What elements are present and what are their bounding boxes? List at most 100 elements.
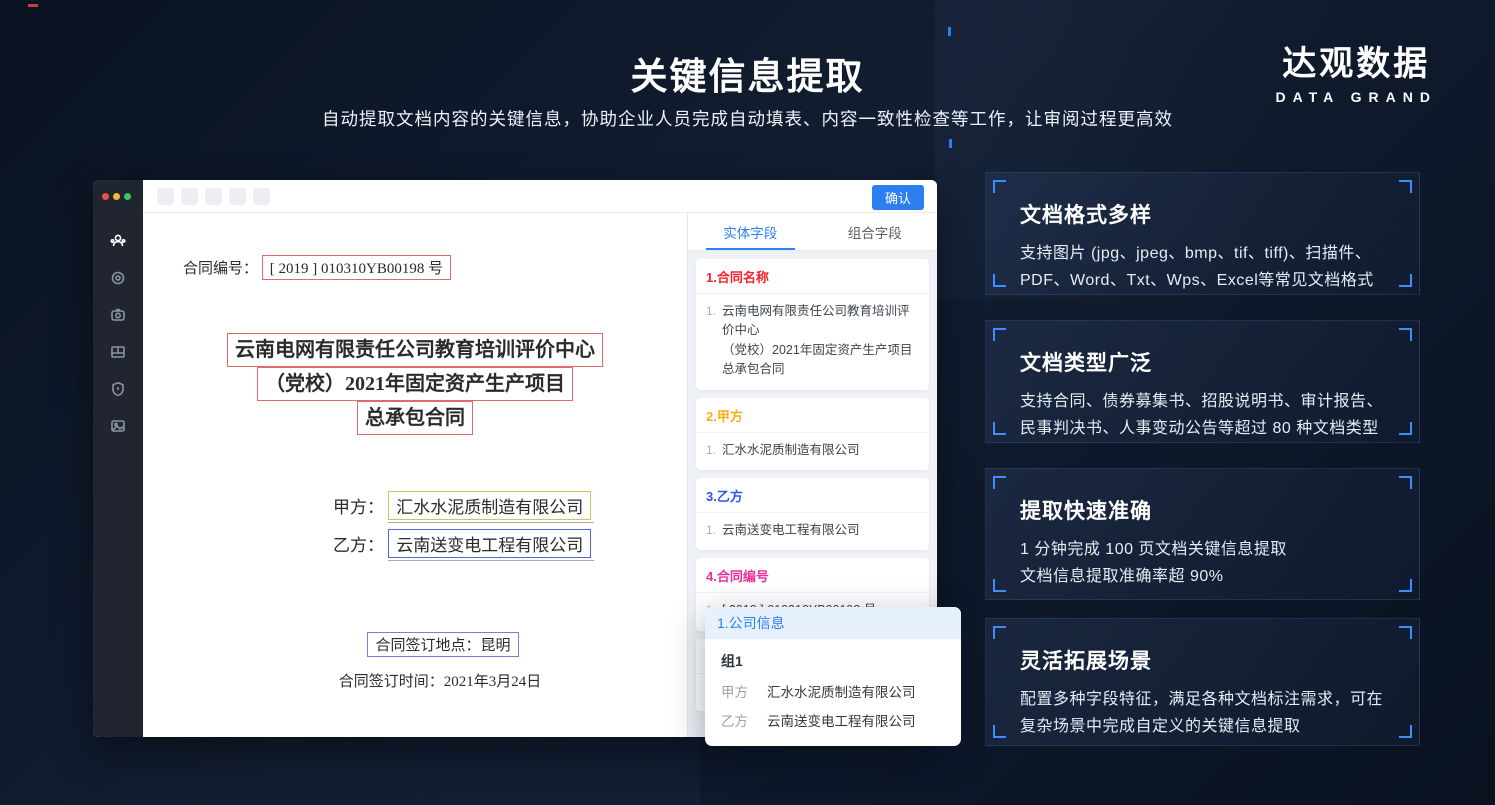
feature-card-doc-types: 文档类型广泛 支持合同、债券募集书、招股说明书、审计报告、 民事判决书、人事变动… — [985, 320, 1420, 443]
field-label: 2.甲方 — [696, 398, 929, 433]
bracket-icon — [1399, 422, 1412, 435]
bracket-icon — [1399, 725, 1412, 738]
decor-tick — [948, 27, 951, 36]
party-a-label: 甲方： — [333, 498, 384, 517]
sidebar-layout-icon[interactable] — [109, 343, 127, 361]
party-a-highlight[interactable]: 汇水水泥质制造有限公司 — [388, 491, 591, 520]
field-item[interactable]: 1. 汇水水泥质制造有限公司 — [696, 433, 929, 470]
item-index: 1. — [706, 521, 716, 540]
item-index: 1. — [706, 441, 716, 460]
brand-logo: 达观数据 DATA GRAND — [1275, 36, 1437, 105]
contract-title-block: 云南电网有限责任公司教育培训评价中心 （党校）2021年固定资产生产项目 总承包… — [143, 333, 687, 435]
feature-title: 灵活拓展场景 — [1020, 645, 1385, 675]
field-card-contract-name: 1.合同名称 1. 云南电网有限责任公司教育培训评价中心 （党校）2021年固定… — [696, 259, 929, 390]
sidebar-shield-icon[interactable] — [109, 380, 127, 398]
window-controls[interactable] — [102, 193, 131, 200]
confirm-button[interactable]: 确认 — [872, 185, 924, 210]
window-sidebar — [93, 180, 143, 737]
row-label: 乙方 — [721, 710, 767, 730]
titlebar-placeholder-tabs — [157, 188, 270, 205]
contract-title-highlight[interactable]: （党校）2021年固定资产生产项目 — [257, 367, 573, 401]
contract-number-line: 合同编号： [ 2019 ] 010310YB00198 号 — [183, 255, 451, 280]
page-title: 关键信息提取 — [0, 46, 1495, 100]
bracket-icon — [1399, 180, 1412, 193]
popup-group-label: 组1 — [721, 651, 945, 671]
party-a-line: 甲方： 汇水水泥质制造有限公司 — [333, 491, 594, 523]
item-value: 云南电网有限责任公司教育培训评价中心 （党校）2021年固定资产生产项目 总承包… — [722, 302, 919, 380]
placeholder-tile — [205, 188, 222, 205]
contract-title-highlight[interactable]: 总承包合同 — [357, 401, 473, 435]
row-value: 汇水水泥质制造有限公司 — [767, 681, 916, 701]
tab-entity-fields[interactable]: 实体字段 — [688, 213, 813, 250]
bracket-icon — [1399, 476, 1412, 489]
bracket-icon — [1399, 579, 1412, 592]
brand-logo-en: DATA GRAND — [1275, 89, 1437, 105]
maximize-window-dot[interactable] — [124, 193, 131, 200]
bracket-icon — [993, 422, 1006, 435]
feature-body: 支持图片 (jpg、jpeg、bmp、tif、tiff)、扫描件、 PDF、Wo… — [1020, 241, 1385, 294]
company-info-popup: 1.公司信息 组1 甲方 汇水水泥质制造有限公司 乙方 云南送变电工程有限公司 — [705, 607, 961, 746]
item-value: 云南送变电工程有限公司 — [722, 521, 860, 540]
placeholder-tile — [253, 188, 270, 205]
field-card-party-b: 3.乙方 1. 云南送变电工程有限公司 — [696, 478, 929, 550]
row-value: 云南送变电工程有限公司 — [767, 710, 916, 730]
field-item[interactable]: 1. 云南电网有限责任公司教育培训评价中心 （党校）2021年固定资产生产项目 … — [696, 294, 929, 390]
contract-number-label: 合同编号： — [183, 261, 258, 277]
feature-card-speed-accuracy: 提取快速准确 1 分钟完成 100 页文档关键信息提取 文档信息提取准确率超 9… — [985, 468, 1420, 600]
window-titlebar: 确认 — [143, 180, 937, 213]
brand-logo-cn: 达观数据 — [1275, 36, 1437, 85]
placeholder-tile — [229, 188, 246, 205]
feature-body: 支持合同、债券募集书、招股说明书、审计报告、 民事判决书、人事变动公告等超过 8… — [1020, 389, 1385, 442]
item-value: 汇水水泥质制造有限公司 — [722, 441, 860, 460]
feature-title: 文档类型广泛 — [1020, 347, 1385, 377]
row-label: 甲方 — [721, 681, 767, 701]
placeholder-tile — [181, 188, 198, 205]
party-b-line: 乙方： 云南送变电工程有限公司 — [333, 529, 594, 561]
popup-header: 1.公司信息 — [705, 607, 961, 639]
bracket-icon — [993, 579, 1006, 592]
tab-combined-fields[interactable]: 组合字段 — [813, 213, 938, 250]
field-label: 4.合同编号 — [696, 558, 929, 593]
bracket-icon — [993, 626, 1006, 639]
party-b-highlight[interactable]: 云南送变电工程有限公司 — [388, 529, 591, 558]
feature-title: 提取快速准确 — [1020, 495, 1385, 525]
item-index: 1. — [706, 302, 716, 380]
feature-card-formats: 文档格式多样 支持图片 (jpg、jpeg、bmp、tif、tiff)、扫描件、… — [985, 172, 1420, 295]
placeholder-tile — [157, 188, 174, 205]
bracket-icon — [993, 725, 1006, 738]
decor-tick — [949, 139, 952, 148]
page-subtitle: 自动提取文档内容的关键信息，协助企业人员完成自动填表、内容一致性检查等工作，让审… — [0, 106, 1495, 131]
sign-time-line: 合同签订时间：2021年3月24日 — [143, 670, 687, 691]
bracket-icon — [993, 274, 1006, 287]
feature-body: 配置多种字段特征，满足各种文档标注需求，可在 复杂场景中完成自定义的关键信息提取 — [1020, 687, 1385, 740]
popup-row-party-b: 乙方 云南送变电工程有限公司 — [721, 710, 945, 730]
page: 关键信息提取 自动提取文档内容的关键信息，协助企业人员完成自动填表、内容一致性检… — [0, 0, 1495, 805]
bracket-icon — [993, 328, 1006, 341]
sign-place-highlight[interactable]: 合同签订地点：昆明 — [367, 632, 518, 657]
popup-row-party-a: 甲方 汇水水泥质制造有限公司 — [721, 681, 945, 701]
document-viewer: 合同编号： [ 2019 ] 010310YB00198 号 云南电网有限责任公… — [143, 213, 687, 737]
bracket-icon — [993, 476, 1006, 489]
contract-title-highlight[interactable]: 云南电网有限责任公司教育培训评价中心 — [227, 333, 603, 367]
field-item[interactable]: 1. 云南送变电工程有限公司 — [696, 513, 929, 550]
party-b-label: 乙方： — [333, 536, 384, 555]
field-label: 1.合同名称 — [696, 259, 929, 294]
minimize-window-dot[interactable] — [113, 193, 120, 200]
sidebar-camera-icon[interactable] — [109, 306, 127, 324]
feature-card-flexible-scenes: 灵活拓展场景 配置多种字段特征，满足各种文档标注需求，可在 复杂场景中完成自定义… — [985, 618, 1420, 746]
close-window-dot[interactable] — [102, 193, 109, 200]
bracket-icon — [1399, 626, 1412, 639]
contract-number-highlight[interactable]: [ 2019 ] 010310YB00198 号 — [262, 255, 451, 280]
sidebar-image-icon[interactable] — [109, 417, 127, 435]
bracket-icon — [1399, 274, 1412, 287]
field-card-party-a: 2.甲方 1. 汇水水泥质制造有限公司 — [696, 398, 929, 470]
sidebar-gear-icon[interactable] — [109, 269, 127, 287]
decor-tick — [28, 4, 38, 7]
feature-title: 文档格式多样 — [1020, 199, 1385, 229]
bracket-icon — [993, 180, 1006, 193]
feature-body: 1 分钟完成 100 页文档关键信息提取 文档信息提取准确率超 90% — [1020, 537, 1385, 590]
field-label: 3.乙方 — [696, 478, 929, 513]
sidebar-user-network-icon[interactable] — [109, 232, 127, 250]
sign-place-line: 合同签订地点：昆明 — [143, 632, 687, 657]
bracket-icon — [1399, 328, 1412, 341]
